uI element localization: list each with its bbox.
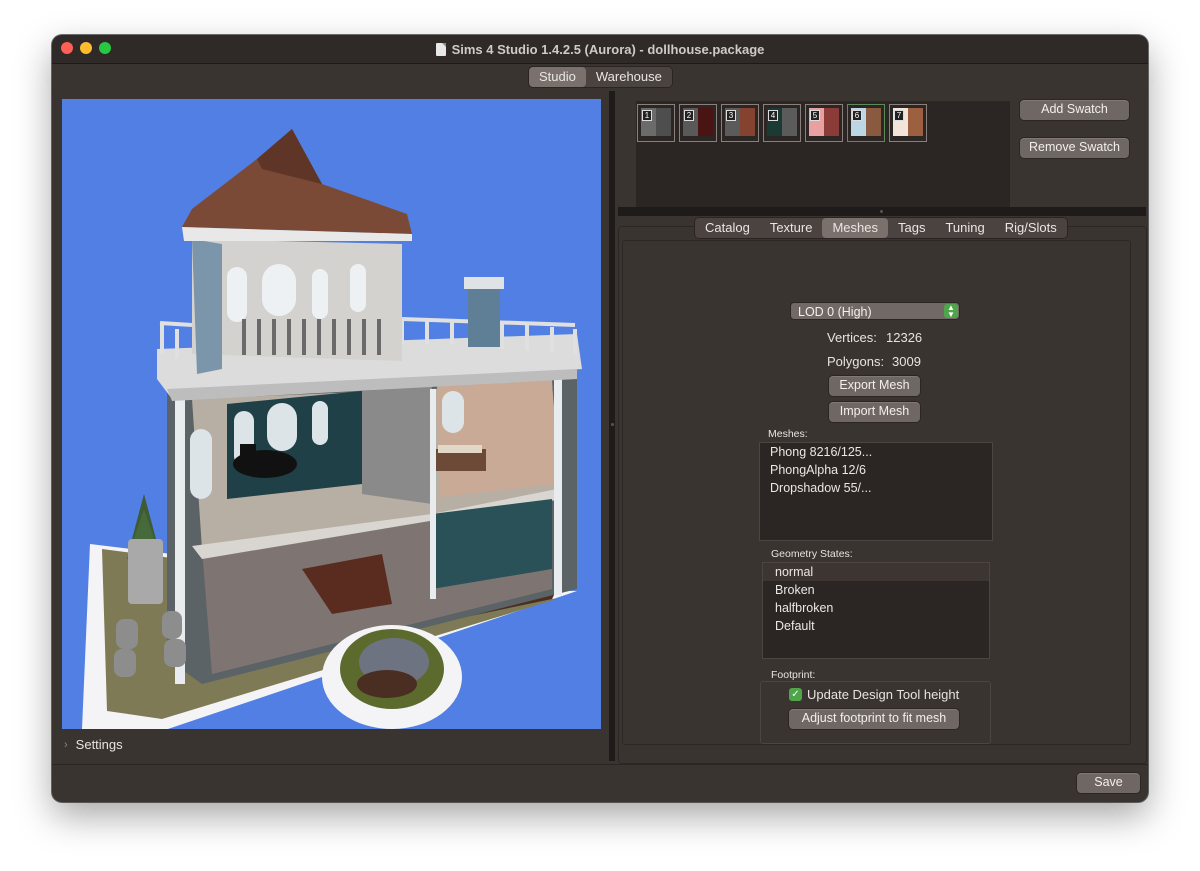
editor-tabs: Catalog Texture Meshes Tags Tuning Rig/S… bbox=[694, 217, 1068, 239]
swatch-1[interactable]: 1 bbox=[637, 104, 675, 142]
adjust-footprint-button[interactable]: Adjust footprint to fit mesh bbox=[788, 708, 960, 730]
lod-select-value: LOD 0 (High) bbox=[798, 305, 872, 319]
list-item[interactable]: Phong 8216/125... bbox=[760, 443, 992, 461]
swatch-number: 6 bbox=[852, 110, 862, 121]
swatch-number: 7 bbox=[894, 110, 904, 121]
minimize-window-button[interactable] bbox=[80, 42, 92, 54]
swatch-7[interactable]: 7 bbox=[889, 104, 927, 142]
tab-meshes[interactable]: Meshes bbox=[822, 218, 888, 238]
swatch-number: 1 bbox=[642, 110, 652, 121]
swatch-color-secondary bbox=[782, 108, 797, 136]
window-controls bbox=[61, 42, 111, 54]
swatch-number: 3 bbox=[726, 110, 736, 121]
list-item[interactable]: normal bbox=[763, 563, 989, 581]
mode-switcher: Studio Warehouse bbox=[528, 66, 673, 88]
polygons-value: 3009 bbox=[892, 354, 921, 369]
swatch-panel: 1 2 3 4 5 6 7 bbox=[636, 101, 1010, 207]
settings-disclosure[interactable]: › Settings bbox=[64, 737, 123, 752]
swatch-6[interactable]: 6 bbox=[847, 104, 885, 142]
window-title-group: Sims 4 Studio 1.4.2.5 (Aurora) - dollhou… bbox=[435, 41, 765, 57]
tab-catalog[interactable]: Catalog bbox=[695, 218, 760, 238]
swatch-color-secondary bbox=[908, 108, 923, 136]
polygons-label: Polygons: bbox=[827, 354, 885, 369]
3d-preview-viewport[interactable] bbox=[62, 99, 601, 729]
swatch-5[interactable]: 5 bbox=[805, 104, 843, 142]
bottom-divider bbox=[52, 764, 1148, 765]
swatch-3[interactable]: 3 bbox=[721, 104, 759, 142]
meshes-list[interactable]: Phong 8216/125... PhongAlpha 12/6 Dropsh… bbox=[759, 442, 993, 541]
update-height-checkbox[interactable]: ✓ bbox=[789, 688, 802, 701]
swatch-color-secondary bbox=[698, 108, 713, 136]
list-item[interactable]: Broken bbox=[763, 581, 989, 599]
tab-warehouse[interactable]: Warehouse bbox=[586, 67, 672, 87]
meshes-list-label: Meshes: bbox=[768, 428, 808, 440]
vertices-label: Vertices: bbox=[827, 330, 877, 345]
list-item[interactable]: halfbroken bbox=[763, 599, 989, 617]
list-item[interactable]: Dropshadow 55/... bbox=[760, 479, 992, 497]
swatch-4[interactable]: 4 bbox=[763, 104, 801, 142]
lod-select[interactable]: LOD 0 (High) ▲ ▼ bbox=[790, 302, 960, 320]
export-mesh-button[interactable]: Export Mesh bbox=[828, 375, 921, 397]
tab-tags[interactable]: Tags bbox=[888, 218, 935, 238]
swatch-number: 2 bbox=[684, 110, 694, 121]
title-bar: Sims 4 Studio 1.4.2.5 (Aurora) - dollhou… bbox=[52, 35, 1148, 64]
document-icon bbox=[435, 42, 446, 56]
tab-texture[interactable]: Texture bbox=[760, 218, 823, 238]
dollhouse-render bbox=[82, 129, 582, 729]
horizontal-splitter[interactable] bbox=[618, 207, 1146, 216]
swatch-color-secondary bbox=[656, 108, 671, 136]
save-button[interactable]: Save bbox=[1076, 772, 1141, 794]
swatch-color-secondary bbox=[866, 108, 881, 136]
updown-arrows-icon: ▲ ▼ bbox=[944, 304, 958, 319]
geometry-states-label: Geometry States: bbox=[771, 548, 853, 560]
remove-swatch-button[interactable]: Remove Swatch bbox=[1019, 137, 1130, 159]
update-height-label[interactable]: Update Design Tool height bbox=[807, 687, 959, 702]
add-swatch-button[interactable]: Add Swatch bbox=[1019, 99, 1130, 121]
swatch-number: 4 bbox=[768, 110, 778, 121]
tab-rig-slots[interactable]: Rig/Slots bbox=[995, 218, 1067, 238]
vertical-splitter[interactable] bbox=[609, 91, 615, 761]
chevron-right-icon: › bbox=[64, 738, 68, 751]
list-item[interactable]: Default bbox=[763, 617, 989, 635]
vertices-value: 12326 bbox=[886, 330, 923, 345]
swatch-color-secondary bbox=[824, 108, 839, 136]
settings-label: Settings bbox=[75, 737, 123, 752]
swatch-color-secondary bbox=[740, 108, 755, 136]
tab-studio[interactable]: Studio bbox=[529, 67, 586, 87]
tab-tuning[interactable]: Tuning bbox=[935, 218, 994, 238]
close-window-button[interactable] bbox=[61, 42, 73, 54]
swatch-number: 5 bbox=[810, 110, 820, 121]
list-item[interactable]: PhongAlpha 12/6 bbox=[760, 461, 992, 479]
window-title: Sims 4 Studio 1.4.2.5 (Aurora) - dollhou… bbox=[451, 41, 765, 57]
zoom-window-button[interactable] bbox=[99, 42, 111, 54]
footprint-label: Footprint: bbox=[771, 669, 816, 681]
swatch-2[interactable]: 2 bbox=[679, 104, 717, 142]
app-window: Sims 4 Studio 1.4.2.5 (Aurora) - dollhou… bbox=[52, 35, 1148, 802]
geometry-states-list[interactable]: normal Broken halfbroken Default bbox=[762, 562, 990, 659]
import-mesh-button[interactable]: Import Mesh bbox=[828, 401, 921, 423]
